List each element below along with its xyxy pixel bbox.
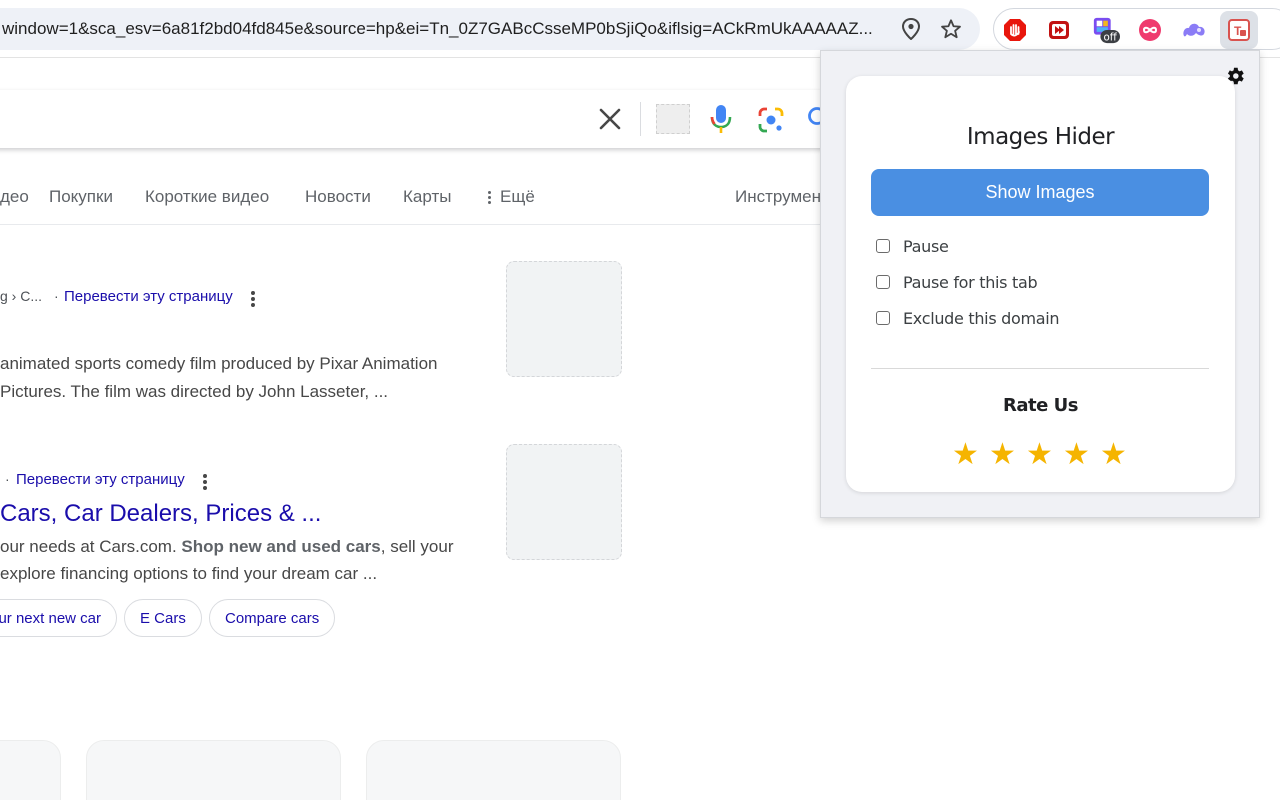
chip-e-cars[interactable]: E Cars xyxy=(124,599,202,637)
tab-video[interactable]: део xyxy=(0,187,29,207)
pause-label: Pause xyxy=(903,236,949,256)
video-ext-icon[interactable] xyxy=(1045,16,1073,44)
chip-next-new-car[interactable]: ur next new car xyxy=(0,599,117,637)
result-2-translate-link[interactable]: Перевести эту страницу xyxy=(16,471,185,488)
popup-divider xyxy=(871,368,1209,369)
result-2-snippet-pre: our needs at Cars.com. xyxy=(0,537,182,556)
star-icon[interactable]: ★ xyxy=(1026,440,1053,470)
toggle-ext-icon[interactable]: off xyxy=(1092,16,1120,44)
tab-news[interactable]: Новости xyxy=(305,187,371,207)
option-pause-tab[interactable]: Pause for this tab xyxy=(876,271,1038,293)
bookmark-star-icon[interactable] xyxy=(939,17,963,41)
image-placeholder xyxy=(656,104,690,134)
mic-icon[interactable] xyxy=(710,104,732,139)
star-icon[interactable]: ★ xyxy=(952,440,979,470)
result-2-menu-icon[interactable] xyxy=(203,474,207,490)
tab-short-videos[interactable]: Короткие видео xyxy=(145,187,269,207)
exclude-domain-checkbox[interactable] xyxy=(876,311,890,325)
bottom-card[interactable] xyxy=(366,740,621,800)
tab-more-label: Ещё xyxy=(500,187,535,206)
popup-card: Images Hider Show Images Pause Pause for… xyxy=(846,76,1235,492)
result-2-snippet-line2: explore financing options to find your d… xyxy=(0,564,378,583)
search-box[interactable] xyxy=(0,90,860,148)
pause-tab-label: Pause for this tab xyxy=(903,272,1038,292)
tab-more[interactable]: Ещё xyxy=(488,187,535,207)
browser-window: window=1&sca_esv=6a81f2bd04fd845e&source… xyxy=(0,0,1280,800)
toggle-ext-badge: off xyxy=(1104,31,1118,43)
result-1-separator: · xyxy=(54,288,59,304)
infinity-ext-icon[interactable] xyxy=(1136,16,1164,44)
tab-shopping[interactable]: Покупки xyxy=(49,187,113,207)
result-1-breadcrumb: g › C... xyxy=(0,288,43,304)
search-tabs: део Покупки Короткие видео Новости Карты… xyxy=(0,170,821,225)
option-exclude-domain[interactable]: Exclude this domain xyxy=(876,307,1060,329)
star-icon[interactable]: ★ xyxy=(1100,440,1127,470)
ublock-icon[interactable] xyxy=(1001,16,1029,44)
exclude-domain-label: Exclude this domain xyxy=(903,308,1060,328)
tab-maps[interactable]: Карты xyxy=(403,187,451,207)
result-1-menu-icon[interactable] xyxy=(251,291,255,307)
lens-icon[interactable] xyxy=(758,107,784,138)
search-divider xyxy=(640,102,641,136)
tools-button[interactable]: Инструмен xyxy=(735,187,821,207)
address-bar[interactable]: window=1&sca_esv=6a81f2bd04fd845e&source… xyxy=(0,8,980,50)
pause-checkbox[interactable] xyxy=(876,239,890,253)
popup-title: Images Hider xyxy=(966,124,1115,150)
result-2-title[interactable]: Cars, Car Dealers, Prices & ... xyxy=(0,500,321,528)
result-2-snippet-line1: our needs at Cars.com. Shop new and used… xyxy=(0,533,454,561)
show-images-button[interactable]: Show Images xyxy=(871,169,1209,216)
result-1-translate-link[interactable]: Перевести эту страницу xyxy=(64,288,233,305)
result-1-snippet-line2: Pictures. The film was directed by John … xyxy=(0,382,389,401)
option-pause[interactable]: Pause xyxy=(876,235,949,257)
bottom-card[interactable] xyxy=(86,740,341,800)
result-1-snippet-line1: animated sports comedy film produced by … xyxy=(0,354,438,373)
result-2-thumbnail[interactable] xyxy=(506,444,622,560)
rating-stars: ★ ★ ★ ★ ★ xyxy=(948,440,1138,472)
rate-us-heading: Rate Us xyxy=(1003,395,1078,416)
result-1-thumbnail[interactable] xyxy=(506,261,622,377)
clear-icon[interactable] xyxy=(597,106,623,132)
star-icon[interactable]: ★ xyxy=(989,440,1016,470)
extensions-bar: off T xyxy=(993,8,1280,50)
result-2-snippet-post: , sell your xyxy=(380,537,454,556)
location-icon[interactable] xyxy=(899,17,923,41)
more-vert-icon xyxy=(488,191,492,205)
cloud-ext-icon[interactable] xyxy=(1180,16,1208,44)
bottom-card[interactable] xyxy=(0,740,61,800)
result-2-separator: · xyxy=(5,471,10,487)
images-hider-popup: Images Hider Show Images Pause Pause for… xyxy=(820,50,1260,518)
result-2-snippet-bold: Shop new and used cars xyxy=(181,537,381,556)
images-hider-icon[interactable]: T xyxy=(1220,11,1258,49)
address-url[interactable]: window=1&sca_esv=6a81f2bd04fd845e&source… xyxy=(2,19,873,39)
pause-tab-checkbox[interactable] xyxy=(876,275,890,289)
star-icon[interactable]: ★ xyxy=(1063,440,1090,470)
chip-compare-cars[interactable]: Compare cars xyxy=(209,599,336,637)
